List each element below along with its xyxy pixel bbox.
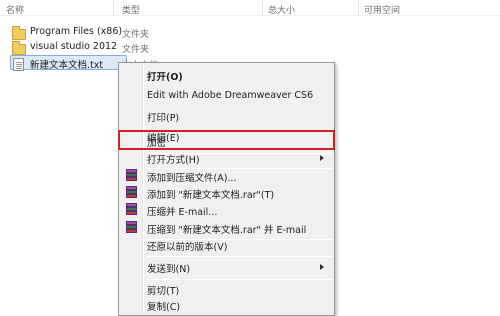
menu-item-label: Edit with Adobe Dreamweaver CS6 (147, 90, 314, 101)
winrar-icon (125, 203, 138, 217)
submenu-arrow-icon (320, 155, 324, 161)
menu-item-label: 还原以前的版本(V) (147, 242, 228, 253)
winrar-icon (125, 221, 138, 235)
menu-item-open[interactable]: 打开(O) (121, 65, 332, 86)
column-header: 名称 类型 总大小 可用空间 (0, 0, 500, 16)
menu-item-print[interactable]: 打印(P) (121, 106, 332, 127)
column-type-header[interactable]: 类型 (122, 3, 140, 16)
menu-item-label: 添加到 "新建文本文档.rar"(T) (147, 190, 275, 201)
file-name: visual studio 2012 (30, 41, 118, 52)
column-size-header[interactable]: 总大小 (268, 3, 295, 16)
menu-item-label: 打开方式(H) (147, 155, 200, 166)
menu-item-label: 压缩到 "新建文本文档.rar" 并 E-mail (147, 225, 307, 236)
menu-item-label: 打印(P) (147, 113, 180, 124)
column-divider[interactable] (358, 0, 359, 16)
file-type: 文件夹 (122, 45, 150, 55)
menu-item-label: 打开(O) (147, 72, 183, 83)
menu-item-restore-previous[interactable]: 还原以前的版本(V) (121, 235, 332, 256)
column-divider[interactable] (113, 0, 114, 16)
menu-item-copy[interactable]: 复制(C) (121, 295, 332, 316)
menu-item-label: 复制(C) (147, 302, 181, 313)
winrar-icon (125, 169, 138, 183)
menu-item-send-to[interactable]: 发送到(N) (121, 257, 332, 278)
submenu-arrow-icon (320, 264, 324, 270)
column-name-header[interactable]: 名称 (6, 3, 24, 16)
menu-item-edit-dreamweaver[interactable]: Edit with Adobe Dreamweaver CS6 (121, 86, 332, 107)
context-menu: 打开(O) Edit with Adobe Dreamweaver CS6 打印… (118, 62, 335, 316)
file-name: Program Files (x86) (30, 26, 123, 37)
annotation-highlight-box (118, 130, 335, 150)
column-divider[interactable] (262, 0, 263, 16)
column-free-header[interactable]: 可用空间 (364, 3, 400, 16)
file-name: 新建文本文档.txt (30, 60, 104, 71)
menu-item-label: 压缩并 E-mail... (147, 207, 218, 218)
menu-item-label: 添加到压缩文件(A)... (147, 173, 237, 184)
winrar-icon (125, 186, 138, 200)
menu-item-label: 发送到(N) (147, 264, 191, 275)
